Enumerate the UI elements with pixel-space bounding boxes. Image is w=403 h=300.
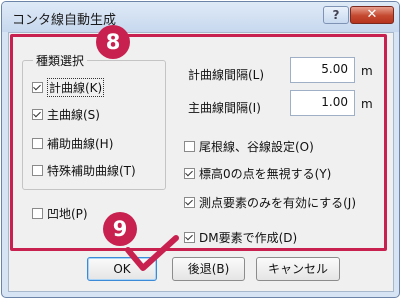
- checkbox-label: 尾根線、谷線設定(O): [199, 139, 314, 154]
- title-bar: コンタ線自動生成 ? ✕: [2, 2, 399, 32]
- checkbox-label: 主曲線(S): [47, 107, 100, 122]
- kinds-group-title: 種類選択: [33, 52, 88, 69]
- checkbox-label: 測点要素のみを有効にする(J): [199, 195, 357, 210]
- checkbox-label: 特殊補助曲線(T): [47, 163, 136, 178]
- index-interval-label: 計曲線間隔(L): [188, 68, 265, 82]
- main-interval-input[interactable]: 1.00: [290, 90, 355, 116]
- checkbox-label: 補助曲線(H): [47, 136, 114, 151]
- checkbox-aux-contour[interactable]: 補助曲線(H): [32, 134, 113, 152]
- window-title: コンタ線自動生成: [12, 13, 117, 28]
- checkbox-label: DM要素で作成(D): [199, 230, 298, 245]
- checkbox-depression[interactable]: 凹地(P): [32, 204, 88, 222]
- checkbox-box[interactable]: [32, 81, 43, 93]
- index-interval-unit: m: [361, 64, 373, 78]
- cancel-button[interactable]: キャンセル: [256, 257, 340, 281]
- checkbox-box[interactable]: [184, 231, 195, 243]
- checkbox-box[interactable]: [32, 137, 43, 149]
- main-interval-unit: m: [361, 97, 373, 111]
- checkbox-box[interactable]: [32, 108, 43, 120]
- checkbox-box[interactable]: [184, 167, 195, 179]
- checkbox-survey-points-only[interactable]: 測点要素のみを有効にする(J): [184, 193, 356, 211]
- close-button[interactable]: ✕: [350, 6, 394, 24]
- checkbox-main-contour[interactable]: 主曲線(S): [32, 105, 100, 123]
- checkbox-create-from-dm[interactable]: DM要素で作成(D): [184, 228, 297, 246]
- checkbox-label: 計曲線(K): [47, 77, 105, 97]
- checkbox-box[interactable]: [32, 164, 43, 176]
- index-interval-input[interactable]: 5.00: [290, 57, 355, 83]
- checkbox-ignore-zero-elevation[interactable]: 標高0の点を無視する(Y): [184, 164, 331, 182]
- step-8-badge: 8: [96, 25, 130, 59]
- checkbox-label: 標高0の点を無視する(Y): [199, 166, 332, 181]
- checkbox-ridge-valley[interactable]: 尾根線、谷線設定(O): [184, 137, 314, 155]
- checkbox-label: 凹地(P): [47, 206, 88, 221]
- checkbox-box[interactable]: [184, 140, 195, 152]
- checkbox-special-aux-contour[interactable]: 特殊補助曲線(T): [32, 161, 136, 179]
- checkbox-box[interactable]: [184, 196, 195, 208]
- main-interval-label: 主曲線間隔(I): [188, 101, 261, 115]
- checkbox-index-contour[interactable]: 計曲線(K): [32, 77, 105, 97]
- checkbox-box[interactable]: [32, 207, 43, 219]
- help-button[interactable]: ?: [323, 6, 349, 24]
- checkmark-icon: [125, 235, 179, 271]
